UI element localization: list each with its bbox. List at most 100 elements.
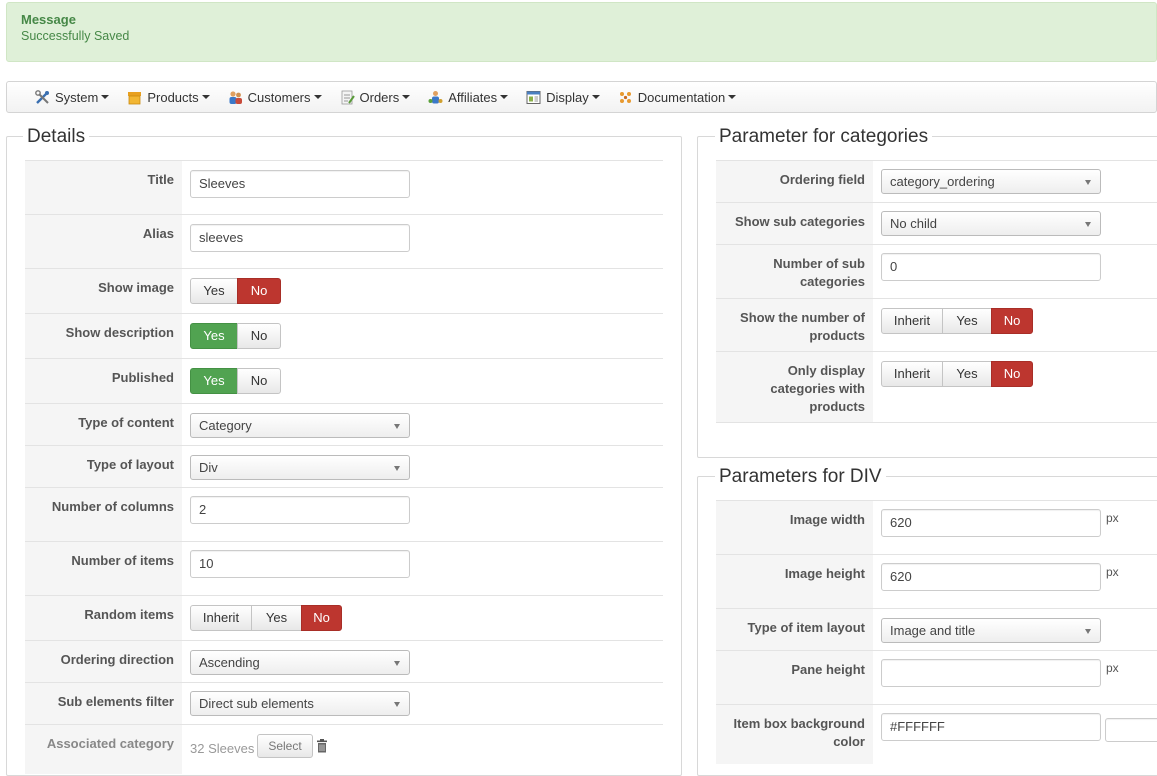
random-items-label: Random items xyxy=(25,596,182,640)
image-height-unit: px xyxy=(1106,565,1119,579)
documentation-icon xyxy=(618,90,633,105)
random-items-inherit-button[interactable]: Inherit xyxy=(190,605,252,631)
menu-documentation[interactable]: Documentation xyxy=(618,89,737,105)
show-num-products-no-button[interactable]: No xyxy=(991,308,1033,334)
random-items-yes-button[interactable]: Yes xyxy=(251,605,302,631)
show-image-toggle: Yes No xyxy=(190,278,281,304)
show-image-yes-button[interactable]: Yes xyxy=(190,278,238,304)
row-type-of-item-layout: Type of item layout Image and title xyxy=(716,608,1157,650)
dropdown-arrow-icon xyxy=(1085,629,1091,634)
menu-display-label: Display xyxy=(546,89,589,105)
ordering-direction-select[interactable]: Ascending xyxy=(190,650,410,675)
image-height-input[interactable]: 620 xyxy=(881,563,1101,591)
trash-icon[interactable] xyxy=(316,739,328,756)
chevron-down-icon xyxy=(201,95,210,99)
title-label: Title xyxy=(25,161,182,214)
menu-orders[interactable]: Orders xyxy=(340,90,411,105)
menu-documentation-label: Documentation xyxy=(637,89,726,105)
pane-height-unit: px xyxy=(1106,661,1119,675)
num-sub-label: Number of sub categories xyxy=(716,245,873,298)
item-box-color-swatch[interactable] xyxy=(1105,718,1157,742)
menu-customers[interactable]: Customers xyxy=(228,90,322,105)
select-category-button[interactable]: Select xyxy=(257,734,313,758)
only-display-toggle: Inherit Yes No xyxy=(881,361,1033,387)
item-layout-select[interactable]: Image and title xyxy=(881,618,1101,643)
only-display-label-line3: products xyxy=(809,399,865,414)
title-input[interactable]: Sleeves xyxy=(190,170,410,198)
only-display-yes-button[interactable]: Yes xyxy=(942,361,992,387)
ordering-direction-value: Ascending xyxy=(199,655,260,670)
row-random-items: Random items Inherit Yes No xyxy=(25,595,663,640)
random-items-no-button[interactable]: No xyxy=(301,605,342,631)
details-fieldset: Details Title Sleeves Alias sleeves Show… xyxy=(6,126,682,776)
dropdown-arrow-icon xyxy=(394,424,400,429)
num-columns-label: Number of columns xyxy=(25,488,182,541)
row-ordering-direction: Ordering direction Ascending xyxy=(25,640,663,682)
row-published: Published Yes No xyxy=(25,358,663,403)
published-yes-button[interactable]: Yes xyxy=(190,368,238,394)
row-show-sub-categories: Show sub categories No child xyxy=(716,202,1157,244)
show-num-products-inherit-button[interactable]: Inherit xyxy=(881,308,943,334)
show-image-no-button[interactable]: No xyxy=(237,278,281,304)
row-type-of-layout: Type of layout Div xyxy=(25,445,663,487)
type-layout-label: Type of layout xyxy=(25,446,182,487)
show-image-label: Show image xyxy=(25,269,182,313)
menu-products[interactable]: Products xyxy=(127,90,210,105)
image-width-input[interactable]: 620 xyxy=(881,509,1101,537)
only-display-no-button[interactable]: No xyxy=(991,361,1033,387)
num-sub-label-line1: Number of sub xyxy=(773,256,865,271)
row-number-of-columns: Number of columns 2 xyxy=(25,487,663,541)
assoc-category-label: Associated category xyxy=(25,725,182,774)
chevron-down-icon xyxy=(591,95,600,99)
categories-fieldset: Parameter for categories Ordering field … xyxy=(697,126,1157,458)
show-sub-select[interactable]: No child xyxy=(881,211,1101,236)
type-content-label: Type of content xyxy=(25,404,182,445)
item-box-label-line2: color xyxy=(833,734,865,749)
row-type-of-content: Type of content Category xyxy=(25,403,663,445)
only-display-inherit-button[interactable]: Inherit xyxy=(881,361,943,387)
menu-display[interactable]: Display xyxy=(526,90,600,105)
row-number-of-items: Number of items 10 xyxy=(25,541,663,595)
type-content-select[interactable]: Category xyxy=(190,413,410,438)
num-items-input[interactable]: 10 xyxy=(190,550,410,578)
alias-input[interactable]: sleeves xyxy=(190,224,410,252)
num-sub-input[interactable]: 0 xyxy=(881,253,1101,281)
item-box-color-input[interactable]: #FFFFFF xyxy=(881,713,1101,741)
menu-orders-label: Orders xyxy=(359,89,400,105)
item-box-label-line1: Item box background xyxy=(733,716,865,731)
dropdown-arrow-icon xyxy=(394,661,400,666)
published-label: Published xyxy=(25,359,182,403)
ordering-field-select[interactable]: category_ordering xyxy=(881,169,1101,194)
sub-filter-label: Sub elements filter xyxy=(25,683,182,724)
row-alias: Alias sleeves xyxy=(25,214,663,268)
show-num-products-label-line1: Show the number of xyxy=(740,310,865,325)
row-number-of-sub-categories: Number of sub categories 0 xyxy=(716,244,1157,298)
details-legend: Details xyxy=(23,126,90,148)
image-height-label: Image height xyxy=(716,555,873,608)
show-description-no-button[interactable]: No xyxy=(237,323,281,349)
menu-system-label: System xyxy=(55,89,99,105)
alias-label: Alias xyxy=(25,215,182,268)
published-no-button[interactable]: No xyxy=(237,368,281,394)
image-width-unit: px xyxy=(1106,511,1119,525)
show-num-products-label: Show the number of products xyxy=(716,299,873,351)
orders-icon xyxy=(340,90,355,105)
menu-affiliates-label: Affiliates xyxy=(448,89,498,105)
menu-system[interactable]: System xyxy=(35,89,110,105)
display-icon xyxy=(526,90,541,105)
show-num-products-yes-button[interactable]: Yes xyxy=(942,308,992,334)
ordering-field-label: Ordering field xyxy=(716,161,873,202)
menu-affiliates[interactable]: Affiliates xyxy=(428,89,509,105)
show-description-yes-button[interactable]: Yes xyxy=(190,323,238,349)
type-layout-select[interactable]: Div xyxy=(190,455,410,480)
assoc-category-value: 32 Sleeves xyxy=(190,741,255,756)
only-display-label: Only display categories with products xyxy=(716,352,873,422)
row-image-width: Image width 620 px xyxy=(716,500,1157,554)
sub-filter-select[interactable]: Direct sub elements xyxy=(190,691,410,716)
row-title: Title Sleeves xyxy=(25,160,663,214)
published-toggle: Yes No xyxy=(190,368,281,394)
pane-height-input[interactable] xyxy=(881,659,1101,687)
menu-customers-label: Customers xyxy=(247,89,311,105)
item-layout-label: Type of item layout xyxy=(716,609,873,650)
num-columns-input[interactable]: 2 xyxy=(190,496,410,524)
